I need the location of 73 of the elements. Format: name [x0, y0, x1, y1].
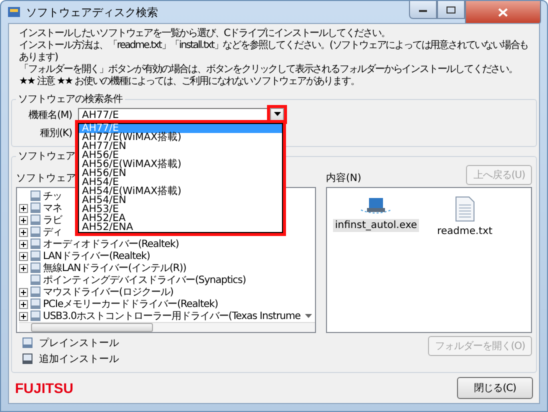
computer-icon [30, 286, 41, 298]
close-icon [498, 8, 508, 17]
close-dialog-button[interactable]: 閉じる(C) [457, 377, 533, 399]
expand-icon[interactable] [19, 312, 28, 320]
dropdown-option[interactable]: AH52/EA [79, 214, 282, 222]
instruction-text: インストール方法は、「readme.txt」「install.txt」などを参照してください。(ソフトウェアによっては用意されていない場合もあります) [19, 40, 529, 64]
close-button[interactable] [465, 1, 541, 25]
app-icon [7, 5, 21, 19]
file-name[interactable]: readme.txt [435, 225, 494, 238]
dropdown-arrow-button[interactable] [270, 108, 284, 120]
file-name[interactable]: infinst_autol.exe [333, 219, 420, 232]
dropdown-option[interactable]: AH54/E [79, 178, 282, 186]
expand-icon[interactable] [19, 288, 28, 296]
computer-icon [30, 250, 41, 262]
dropdown-option[interactable]: AH77/E(WiMAX搭載) [79, 132, 282, 142]
computer-icon [30, 238, 41, 250]
dropdown-option[interactable]: AH56/E(WiMAX搭載) [79, 160, 282, 168]
field-label: 機種名(M) [28, 108, 72, 122]
window-title: ソフトウェアディスク検索 [26, 4, 158, 20]
computer-icon [30, 262, 41, 274]
tree-item[interactable]: ディ [43, 225, 62, 239]
contents-label: 内容(N) [326, 172, 362, 185]
instruction-text: 「フォルダーを開く」ボタンが有効の場合は、ボタンをクリックして表示されるフォルダーからインストールしてください。 [19, 64, 518, 76]
computer-icon [30, 202, 41, 214]
instruction-text: インストールしたいソフトウェアを一覧から選び、Cドライブにインストールしてください。 [19, 28, 391, 40]
dropdown-option[interactable]: AH56/E [79, 150, 282, 160]
computer-icon [30, 310, 41, 322]
expand-icon[interactable] [19, 204, 28, 212]
tree-item[interactable]: ポインティングデバイスドライバー(Synaptics) [43, 273, 246, 287]
computer-icon [30, 274, 41, 286]
expand-icon[interactable] [19, 240, 28, 248]
field-label: 種別(K) [39, 127, 72, 140]
dropdown-option[interactable]: AH54/E(WiMAX搭載) [79, 186, 282, 196]
legend-label: 追加インストール [39, 352, 119, 366]
computer-icon [30, 214, 41, 226]
maximize-button[interactable] [437, 1, 465, 19]
dropdown-option[interactable]: AH56/EN [79, 168, 282, 178]
expand-icon[interactable] [19, 252, 28, 260]
tree-item[interactable]: マウスドライバー(ロジクール) [43, 285, 174, 299]
expand-icon[interactable] [19, 228, 28, 236]
computer-icon [22, 337, 33, 349]
tree-item[interactable]: USB3.0ホストコントローラー用ドライバー(Texas Instrume [43, 309, 300, 323]
maximize-icon [446, 6, 456, 14]
tree-item[interactable]: マネ [43, 201, 62, 215]
tree-item[interactable]: LANドライバー(Realtek) [43, 249, 150, 263]
computer-icon [30, 298, 41, 310]
expand-icon[interactable] [19, 264, 28, 272]
tree-item[interactable]: チッ [43, 189, 62, 203]
group-title: ソフトウェアの検索条件 [17, 92, 124, 106]
scrollbar-thumb[interactable] [31, 323, 153, 332]
installer-icon [359, 196, 394, 216]
minimize-button[interactable] [409, 1, 437, 19]
logo: FUJITSU [15, 380, 74, 396]
text-file-icon [454, 196, 475, 222]
computer-icon [30, 190, 41, 202]
tree-item[interactable]: ラビ [43, 213, 62, 227]
instruction-text: ★★ 注意 ★★ お使いの機種によっては、ご利用になれないソフトウェアがあります。 [19, 76, 360, 88]
dropdown-option[interactable]: AH52/ENA [79, 222, 282, 232]
expand-icon[interactable] [19, 300, 28, 308]
dropdown-option[interactable]: AH53/E [79, 204, 282, 214]
expand-icon[interactable] [19, 216, 28, 224]
list-label: ソフトウェア [16, 172, 76, 185]
scroll-down-arrow-icon[interactable] [305, 314, 312, 318]
computer-icon [22, 353, 33, 365]
tree-item[interactable]: オーディオドライバー(Realtek) [43, 237, 179, 251]
computer-icon [30, 226, 41, 238]
tree-item[interactable]: PCIeメモリーカードドライバー(Realtek) [43, 297, 218, 311]
legend-label: プレインストール [39, 336, 119, 350]
caret-icon [274, 112, 280, 116]
dropdown-option[interactable]: AH54/EN [79, 196, 282, 204]
group-title: ソフトウェア [17, 150, 76, 163]
dropdown-option[interactable]: AH77/EN [79, 142, 282, 150]
tree-item[interactable]: 無線LANドライバー(インテル(R)) [43, 261, 186, 275]
